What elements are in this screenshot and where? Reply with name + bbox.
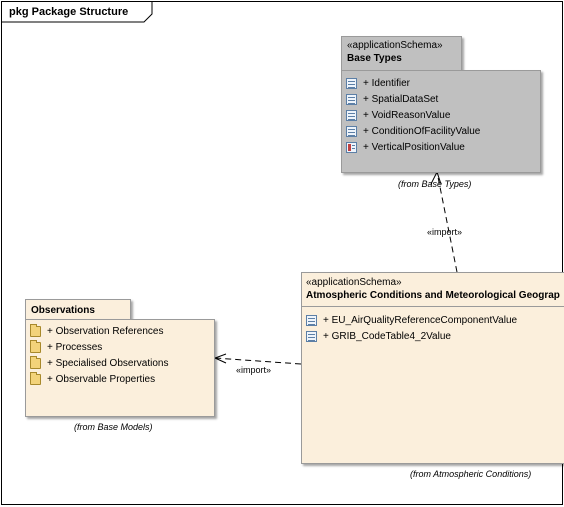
class-icon xyxy=(346,125,357,137)
item-label: + Observable Properties xyxy=(47,373,156,385)
list-item[interactable]: + ConditionOfFacilityValue xyxy=(346,124,480,138)
class-icon xyxy=(306,314,317,326)
item-label: + Processes xyxy=(47,341,103,353)
item-label: + VoidReasonValue xyxy=(363,109,451,121)
folder-icon xyxy=(30,355,41,369)
item-label: + Specialised Observations xyxy=(47,357,169,369)
enumeration-icon xyxy=(346,141,357,153)
list-item[interactable]: + GRIB_CodeTable4_2Value xyxy=(306,329,451,343)
class-icon xyxy=(346,109,357,121)
folder-icon xyxy=(30,371,41,385)
divider xyxy=(302,306,564,307)
folder-icon xyxy=(30,339,41,353)
stereotype-label: «applicationSchema» xyxy=(306,277,402,288)
folder-icon xyxy=(30,323,41,337)
item-label: + Observation References xyxy=(47,325,164,337)
import-label-base-types: «import» xyxy=(427,227,463,237)
list-item[interactable]: + SpatialDataSet xyxy=(346,92,438,106)
item-label: + Identifier xyxy=(363,77,410,89)
item-label: + ConditionOfFacilityValue xyxy=(363,125,481,137)
import-label-observations: «import» xyxy=(236,365,272,375)
list-item[interactable]: + Processes xyxy=(30,339,103,354)
class-icon xyxy=(306,330,317,342)
stereotype-label: «applicationSchema» xyxy=(347,40,443,51)
package-tab-observations[interactable]: Observations xyxy=(25,299,131,320)
list-item[interactable]: + EU_AirQualityReferenceComponentValue xyxy=(306,313,517,327)
from-note-atmospheric: (from Atmospheric Conditions) xyxy=(410,469,532,479)
package-name: Atmospheric Conditions and Meteorologica… xyxy=(306,290,560,301)
item-label: + GRIB_CodeTable4_2Value xyxy=(323,330,451,342)
list-item[interactable]: + Observable Properties xyxy=(30,371,156,386)
list-item[interactable]: + Observation References xyxy=(30,323,164,338)
import-dependency-line-observations[interactable] xyxy=(214,357,302,365)
item-label: + VerticalPositionValue xyxy=(363,141,465,153)
package-body-observations[interactable]: + Observation References + Processes + S… xyxy=(25,319,215,417)
from-note-observations: (from Base Models) xyxy=(74,422,153,432)
class-icon xyxy=(346,77,357,89)
list-item[interactable]: + VerticalPositionValue xyxy=(346,140,465,154)
package-name: Base Types xyxy=(347,53,402,64)
list-item[interactable]: + Identifier xyxy=(346,76,410,90)
list-item[interactable]: + Specialised Observations xyxy=(30,355,169,370)
package-body-atmospheric[interactable]: «applicationSchema» Atmospheric Conditio… xyxy=(301,272,564,464)
package-body-base-types[interactable]: + Identifier + SpatialDataSet + VoidReas… xyxy=(341,70,541,173)
item-label: + SpatialDataSet xyxy=(363,93,439,105)
from-note-base-types: (from Base Types) xyxy=(398,179,472,189)
package-name: Observations xyxy=(31,305,95,316)
item-label: + EU_AirQualityReferenceComponentValue xyxy=(323,314,518,326)
package-tab-base-types[interactable]: «applicationSchema» Base Types xyxy=(341,36,462,71)
class-icon xyxy=(346,93,357,105)
list-item[interactable]: + VoidReasonValue xyxy=(346,108,450,122)
